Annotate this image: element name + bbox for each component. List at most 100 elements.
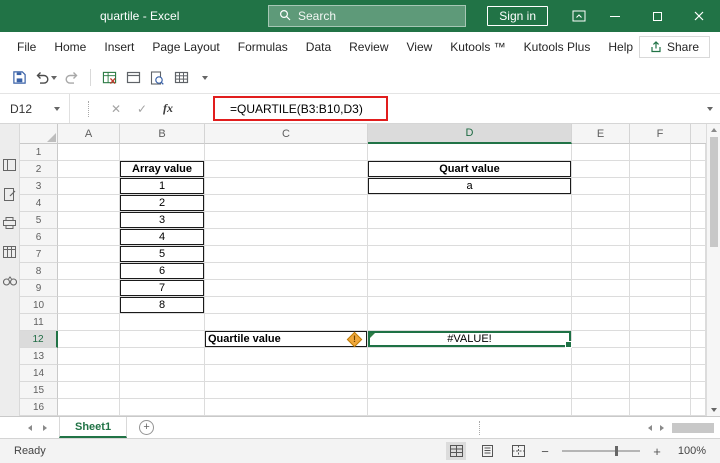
previous-sheet-icon[interactable]	[28, 425, 32, 431]
cell-b15[interactable]	[120, 382, 205, 399]
cell-c16[interactable]	[205, 399, 368, 416]
cell-c12[interactable]: Quartile value!	[205, 331, 368, 348]
cell-e12[interactable]	[572, 331, 630, 348]
menu-tab-file[interactable]: File	[8, 40, 45, 54]
cell-c14[interactable]	[205, 365, 368, 382]
cell-e14[interactable]	[572, 365, 630, 382]
column-header-a[interactable]: A	[58, 124, 120, 144]
page-layout-view-button[interactable]	[477, 442, 497, 460]
cell-f5[interactable]	[630, 212, 691, 229]
cell-a4[interactable]	[58, 195, 120, 212]
cell-c7[interactable]	[205, 246, 368, 263]
cell-c2[interactable]	[205, 161, 368, 178]
cell-f12[interactable]	[630, 331, 691, 348]
cell-e15[interactable]	[572, 382, 630, 399]
normal-view-button[interactable]	[446, 442, 466, 460]
menu-tab-page-layout[interactable]: Page Layout	[143, 40, 228, 54]
cell-b10[interactable]: 8	[120, 297, 205, 314]
cell-f8[interactable]	[630, 263, 691, 280]
window-button[interactable]	[122, 66, 144, 90]
zoom-in-button[interactable]: +	[651, 444, 663, 459]
cell-f7[interactable]	[630, 246, 691, 263]
cell-a3[interactable]	[58, 178, 120, 195]
cell-c8[interactable]	[205, 263, 368, 280]
scroll-right-icon[interactable]	[660, 425, 664, 431]
cell-b14[interactable]	[120, 365, 205, 382]
cell-f11[interactable]	[630, 314, 691, 331]
cell-d7[interactable]	[368, 246, 572, 263]
zoom-slider-thumb[interactable]	[615, 446, 618, 456]
horizontal-scrollbar-thumb[interactable]	[672, 423, 714, 433]
cell-d10[interactable]	[368, 297, 572, 314]
cell-c3[interactable]	[205, 178, 368, 195]
cell-b9[interactable]: 7	[120, 280, 205, 297]
cell-e11[interactable]	[572, 314, 630, 331]
column-header-c[interactable]: C	[205, 124, 368, 144]
cell-f16[interactable]	[630, 399, 691, 416]
cell-a2[interactable]	[58, 161, 120, 178]
next-sheet-icon[interactable]	[43, 425, 47, 431]
column-header-d[interactable]: D	[368, 124, 572, 144]
cell-b11[interactable]	[120, 314, 205, 331]
cell-a9[interactable]	[58, 280, 120, 297]
cell-a11[interactable]	[58, 314, 120, 331]
cell-a7[interactable]	[58, 246, 120, 263]
printer-icon[interactable]	[3, 216, 17, 230]
cell-e16[interactable]	[572, 399, 630, 416]
cell-f1[interactable]	[630, 144, 691, 161]
cell-c10[interactable]	[205, 297, 368, 314]
scroll-down-icon[interactable]	[711, 408, 717, 412]
cell-e9[interactable]	[572, 280, 630, 297]
row-header-2[interactable]: 2	[20, 161, 58, 178]
cell-d5[interactable]	[368, 212, 572, 229]
row-header-10[interactable]: 10	[20, 297, 58, 314]
cell-e7[interactable]	[572, 246, 630, 263]
row-header-8[interactable]: 8	[20, 263, 58, 280]
cell-d12[interactable]: #VALUE!	[368, 331, 572, 348]
expand-formula-bar-icon[interactable]	[707, 107, 713, 111]
row-header-16[interactable]: 16	[20, 399, 58, 416]
cell-d15[interactable]	[368, 382, 572, 399]
select-all-corner[interactable]	[20, 124, 58, 144]
cell-e4[interactable]	[572, 195, 630, 212]
maximize-button[interactable]	[636, 0, 678, 32]
row-header-3[interactable]: 3	[20, 178, 58, 195]
menu-tab-home[interactable]: Home	[45, 40, 95, 54]
navigation-pane-icon[interactable]	[3, 158, 17, 172]
menu-tab-review[interactable]: Review	[340, 40, 397, 54]
zoom-level[interactable]: 100%	[674, 445, 706, 457]
menu-tab-kutools-plus[interactable]: Kutools Plus	[515, 40, 600, 54]
cell-e8[interactable]	[572, 263, 630, 280]
document-edit-icon[interactable]	[3, 187, 17, 201]
page-break-view-button[interactable]	[508, 442, 528, 460]
vertical-scrollbar-thumb[interactable]	[710, 137, 718, 247]
cell-f4[interactable]	[630, 195, 691, 212]
column-header-f[interactable]: F	[630, 124, 691, 144]
cell-e1[interactable]	[572, 144, 630, 161]
cell-e6[interactable]	[572, 229, 630, 246]
cell-c4[interactable]	[205, 195, 368, 212]
cell-b5[interactable]: 3	[120, 212, 205, 229]
row-header-13[interactable]: 13	[20, 348, 58, 365]
cell-a1[interactable]	[58, 144, 120, 161]
cell-d1[interactable]	[368, 144, 572, 161]
menu-tab-help[interactable]: Help	[599, 40, 642, 54]
sheet-tab-sheet1[interactable]: Sheet1	[59, 417, 127, 438]
row-header-12[interactable]: 12	[20, 331, 58, 348]
error-options-icon[interactable]: !	[347, 332, 363, 348]
share-button[interactable]: Share	[639, 36, 710, 58]
cell-f6[interactable]	[630, 229, 691, 246]
tab-split-handle[interactable]	[479, 421, 480, 435]
cell-b4[interactable]: 2	[120, 195, 205, 212]
print-preview-button[interactable]	[146, 66, 168, 90]
cell-f14[interactable]	[630, 365, 691, 382]
column-header-e[interactable]: E	[572, 124, 630, 144]
undo-dropdown-icon[interactable]	[51, 76, 57, 80]
cell-e3[interactable]	[572, 178, 630, 195]
cell-f10[interactable]	[630, 297, 691, 314]
cell-c5[interactable]	[205, 212, 368, 229]
scroll-left-icon[interactable]	[648, 425, 652, 431]
cell-f15[interactable]	[630, 382, 691, 399]
cell-d6[interactable]	[368, 229, 572, 246]
menu-tab-kutools[interactable]: Kutools ™	[441, 40, 514, 54]
